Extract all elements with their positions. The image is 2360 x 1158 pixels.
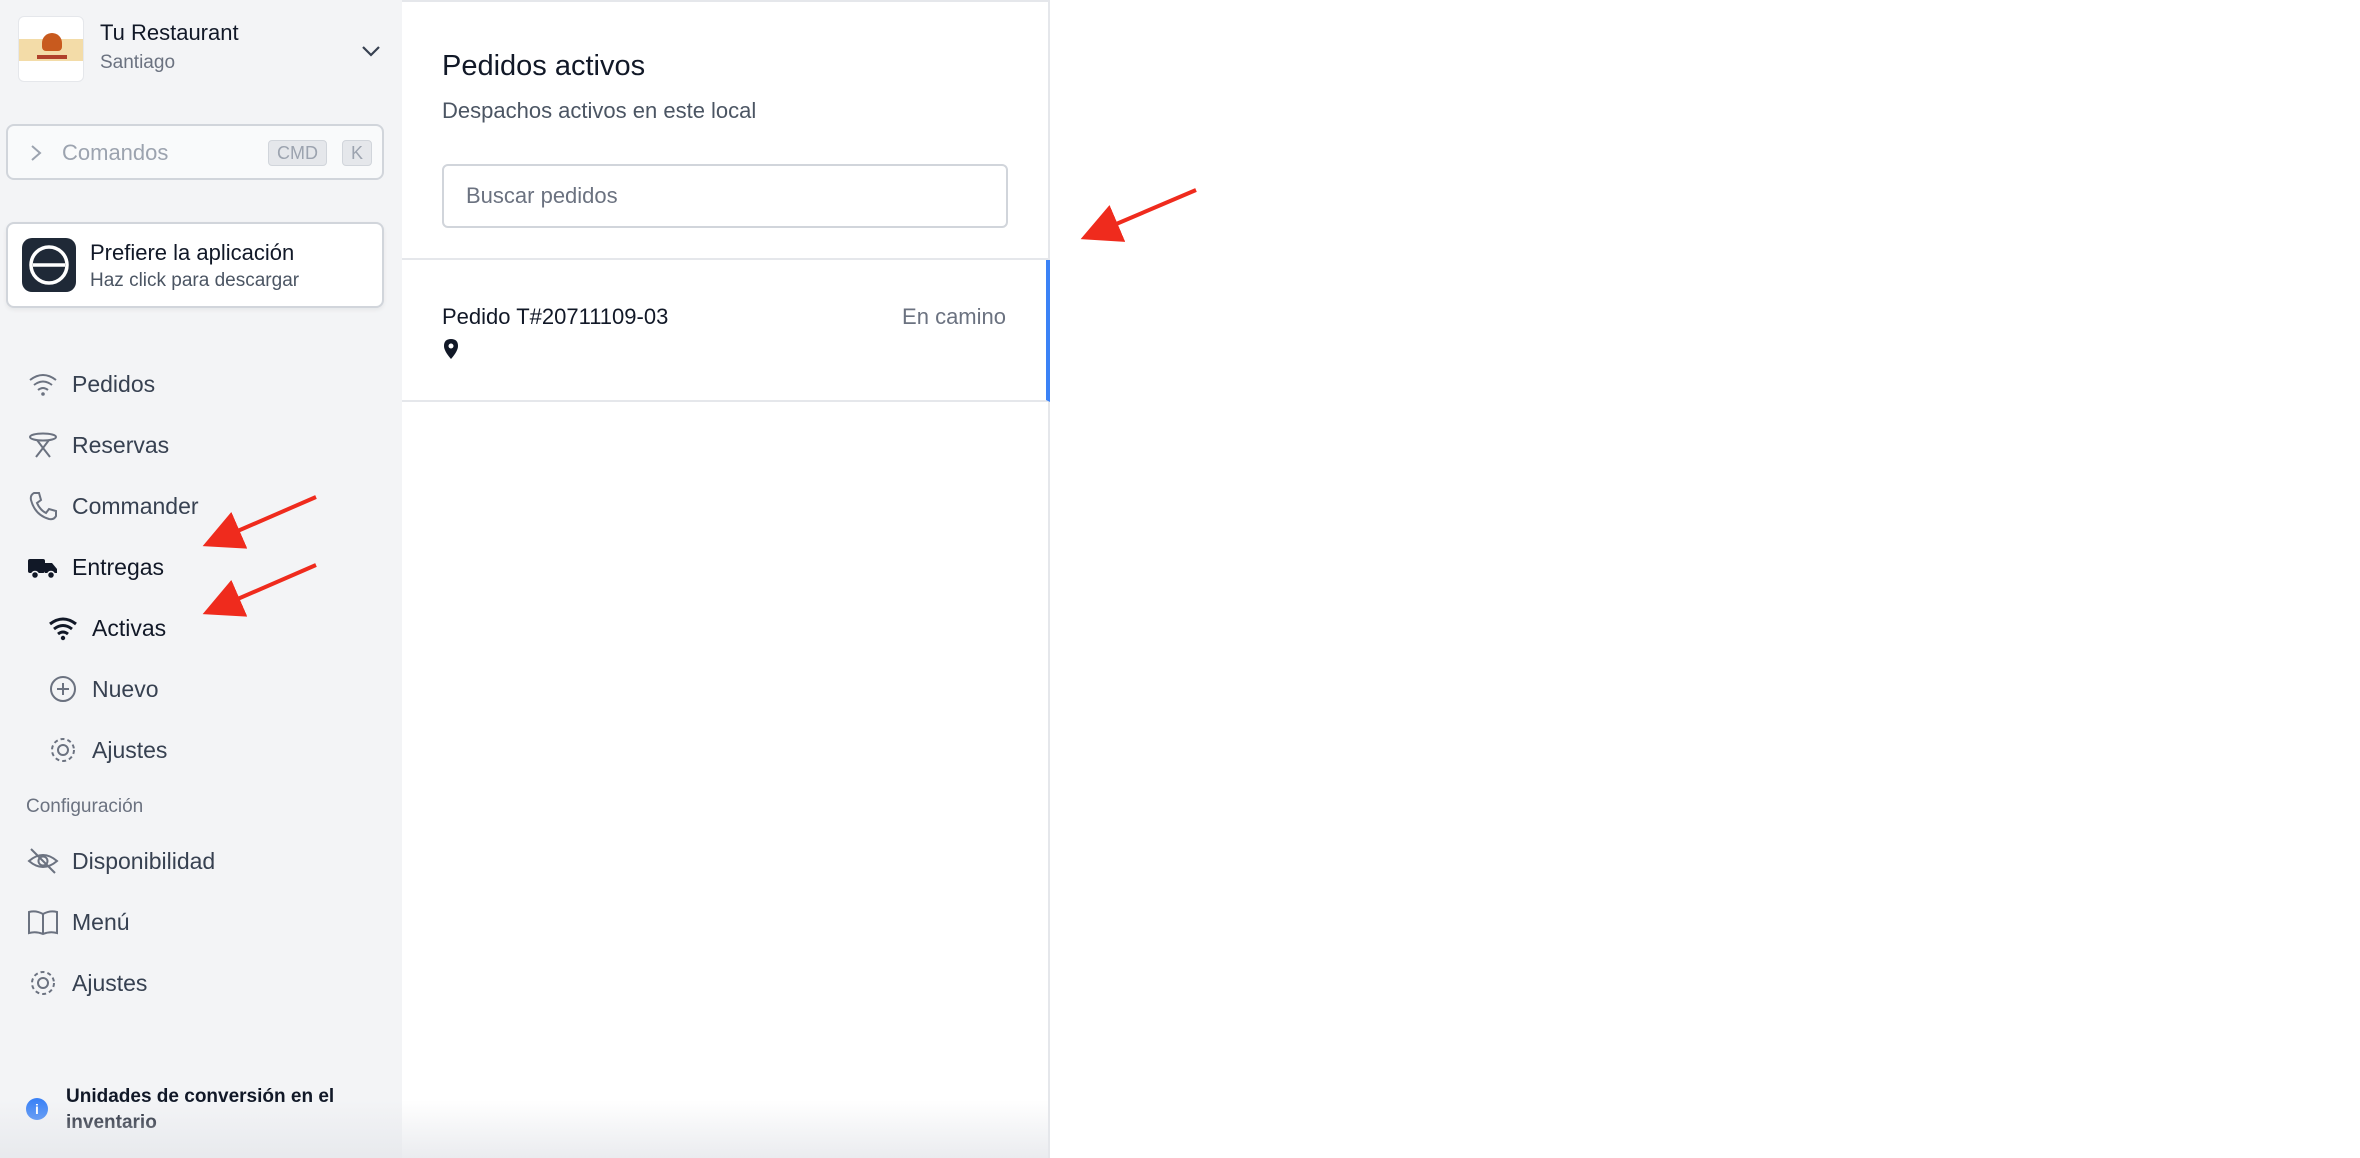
gear-icon	[51, 738, 75, 762]
restaurant-city: Santiago	[100, 52, 176, 73]
shortcut-key-cmd: CMD	[268, 140, 327, 166]
nav-label: Ajustes	[92, 736, 168, 763]
nav-item-ajustes[interactable]: Ajustes	[26, 963, 147, 1003]
command-bar[interactable]: Comandos CMD K	[6, 124, 384, 180]
app-promo-title: Prefiere la aplicación	[90, 240, 295, 265]
restaurant-logo	[18, 16, 84, 82]
search-input[interactable]	[442, 164, 1008, 228]
notice-text: Unidades de conversión en el inventario	[66, 1086, 335, 1133]
nav-item-pedidos[interactable]: Pedidos	[26, 364, 155, 404]
restaurant-name: Tu Restaurant	[100, 20, 239, 45]
command-placeholder: Comandos	[62, 140, 169, 165]
nav-item-nuevo[interactable]: Nuevo	[46, 669, 158, 709]
location-pin-icon	[444, 339, 458, 359]
shortcut-key-k: K	[342, 140, 373, 166]
order-id: Pedido T#20711109-03	[442, 304, 669, 329]
order-status: En camino	[902, 304, 1006, 329]
chevron-right-icon	[31, 145, 42, 161]
nav-label: Activas	[92, 614, 167, 641]
restaurant-switcher[interactable]: Tu Restaurant Santiago	[18, 16, 388, 82]
truck-icon	[28, 559, 57, 580]
page-title: Pedidos activos	[442, 50, 646, 82]
nav-item-disponibilidad[interactable]: Disponibilidad	[26, 841, 215, 881]
nav-label: Disponibilidad	[72, 847, 216, 874]
nav-item-activas[interactable]: Activas	[46, 608, 166, 648]
table-icon	[29, 432, 57, 458]
phone-icon	[29, 492, 57, 521]
eye-off-icon	[27, 848, 59, 874]
nav-item-reservas[interactable]: Reservas	[26, 425, 169, 465]
nav-item-entregas[interactable]: Entregas	[26, 547, 164, 587]
annotation-arrow-order	[1080, 188, 1197, 242]
wifi-icon	[49, 617, 77, 641]
nav-label: Menú	[72, 908, 130, 935]
section-label-configuracion: Configuración	[26, 796, 144, 817]
sidebar: Tu Restaurant Santiago Comandos CMD K Pr…	[0, 0, 402, 1158]
gear-icon	[31, 971, 55, 995]
nav-label: Ajustes	[72, 969, 148, 996]
book-icon	[28, 910, 58, 936]
nav-label: Pedidos	[72, 370, 156, 397]
wifi-icon	[29, 374, 57, 396]
info-icon: i	[26, 1098, 48, 1120]
nav-item-ajustes-entregas[interactable]: Ajustes	[46, 730, 167, 770]
nav-label: Commander	[72, 492, 199, 519]
nav-label: Nuevo	[92, 675, 159, 702]
download-app-card[interactable]: Prefiere la aplicación Haz click para de…	[6, 222, 384, 308]
app-promo-subtitle: Haz click para descargar	[90, 270, 300, 291]
nav-label: Entregas	[72, 553, 165, 580]
app-logo-icon	[22, 238, 76, 292]
active-orders-panel: Pedidos activos Despachos activos en est…	[402, 0, 1050, 1158]
nav-label: Reservas	[72, 431, 170, 458]
plus-circle-icon	[50, 676, 76, 702]
order-list-item[interactable]: Pedido T#20711109-03 En camino	[402, 260, 1050, 402]
nav-item-menu[interactable]: Menú	[26, 902, 130, 942]
nav-item-commander[interactable]: Commander	[26, 486, 199, 526]
page-subtitle: Despachos activos en este local	[442, 98, 757, 123]
chevron-down-icon[interactable]	[360, 40, 382, 62]
